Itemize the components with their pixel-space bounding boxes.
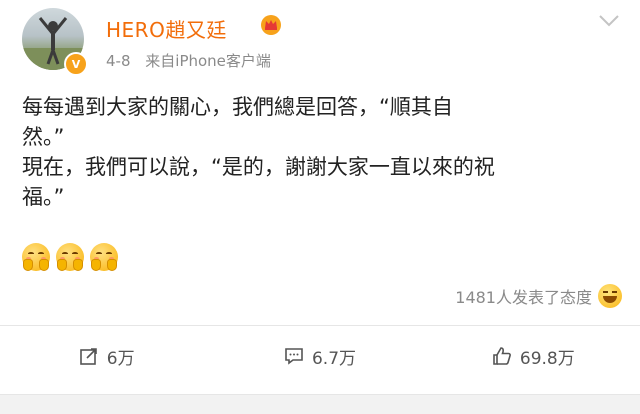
- post-text-line: 現在，我們可以說，“是的，謝謝大家一直以來的祝: [22, 155, 495, 179]
- bottom-separator: [0, 394, 640, 414]
- post-text-line: 每每遇到大家的關心，我們總是回答，“順其自: [22, 95, 453, 119]
- post-text-line: 福。”: [22, 185, 65, 209]
- post-source: 来自iPhone客户端: [145, 52, 271, 70]
- post-date: 4-8: [106, 52, 131, 70]
- avatar-container[interactable]: V: [22, 8, 92, 78]
- repost-count: 6万: [106, 348, 135, 369]
- like-button[interactable]: 69.8万: [427, 326, 640, 386]
- post-text-line: 然。”: [22, 125, 65, 149]
- author-name[interactable]: HERO趙又廷: [106, 14, 227, 43]
- svg-text:V: V: [72, 58, 81, 70]
- verified-badge-icon: V: [64, 52, 88, 76]
- reaction-count-text: 1481人发表了态度: [455, 288, 592, 307]
- repost-icon: [79, 348, 97, 365]
- post-meta: 4-8 来自iPhone客户端: [106, 50, 271, 71]
- comment-button[interactable]: 6.7万: [213, 326, 426, 386]
- comment-icon: [285, 348, 303, 365]
- hug-emoji-icon: [22, 243, 50, 271]
- reaction-summary[interactable]: 1481人发表了态度: [455, 284, 622, 308]
- post-header: V HERO趙又廷 4-8 来自iPhone客户端: [0, 0, 640, 90]
- repost-button[interactable]: 6万: [0, 326, 213, 386]
- chevron-down-icon[interactable]: [598, 14, 620, 28]
- thumbs-up-icon: [493, 347, 511, 365]
- post-content: 每每遇到大家的關心，我們總是回答，“順其自 然。” 現在，我們可以說，“是的，謝…: [22, 92, 622, 212]
- like-count: 69.8万: [519, 348, 575, 369]
- comment-count: 6.7万: [311, 348, 357, 369]
- hug-emoji-icon: [90, 243, 118, 271]
- laugh-emoji-icon: [598, 284, 622, 308]
- hug-emoji-icon: [56, 243, 84, 271]
- crown-icon: [261, 15, 281, 35]
- action-bar: 6万 6.7万 69.8万: [0, 326, 640, 386]
- emoji-row: [22, 243, 118, 273]
